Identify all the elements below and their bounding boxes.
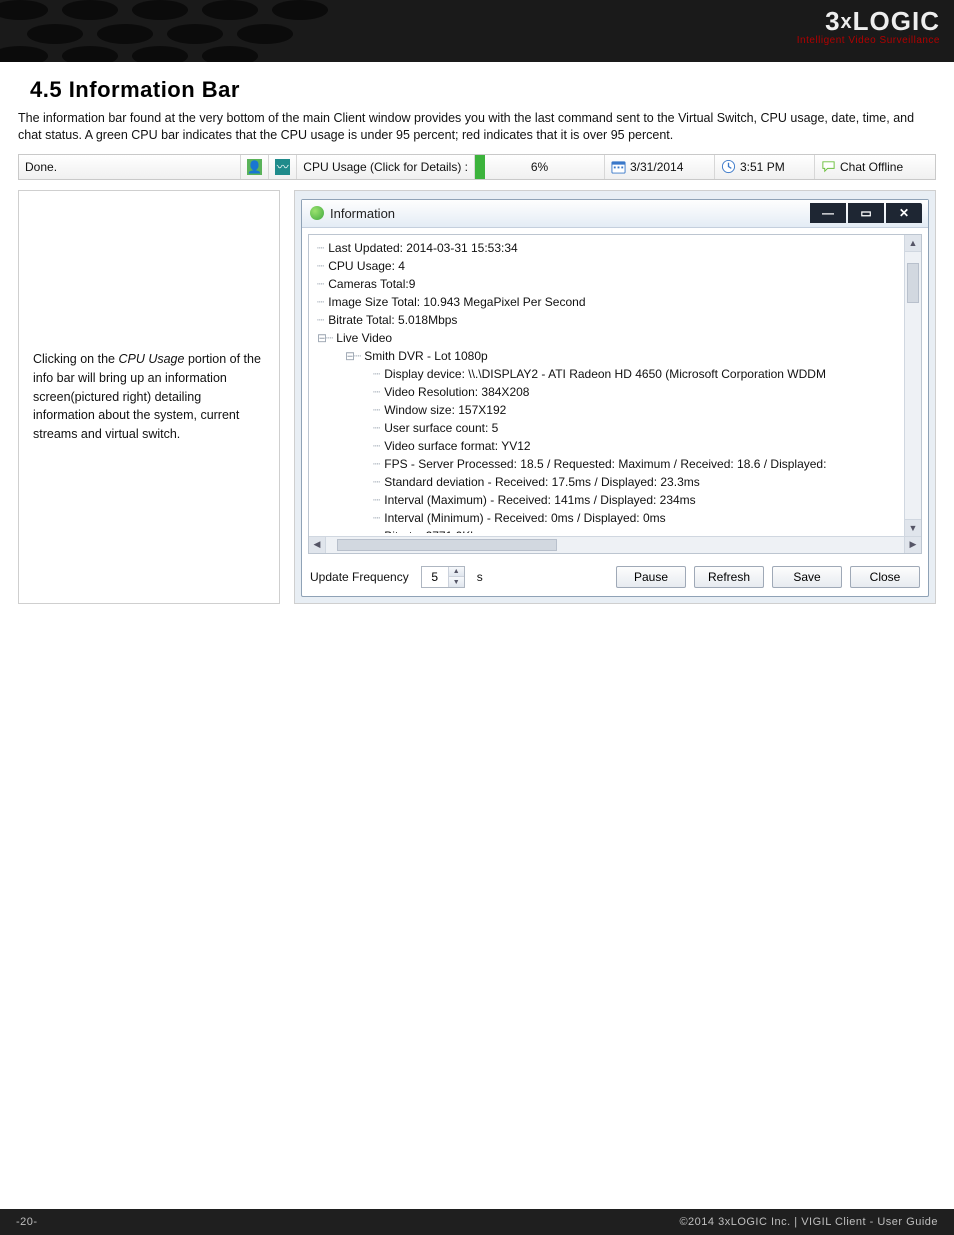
- close-window-button[interactable]: Close: [850, 566, 920, 588]
- window-button-row: Update Frequency ▲▼ s Pause Refresh Save…: [302, 560, 928, 596]
- tree-item[interactable]: User surface count: 5: [373, 419, 901, 437]
- cpu-usage-bar[interactable]: 6%: [475, 155, 605, 179]
- tree-item[interactable]: Bitrate Total: 5.018Mbps: [317, 311, 901, 329]
- scroll-right-icon[interactable]: ▶: [904, 537, 921, 553]
- info-tree[interactable]: Last Updated: 2014-03-31 15:53:34CPU Usa…: [308, 234, 922, 554]
- page-number: -20-: [16, 1216, 38, 1228]
- tree-item[interactable]: Window size: 157X192: [373, 401, 901, 419]
- decorative-dots: [0, 0, 420, 62]
- minimize-button[interactable]: —: [810, 203, 846, 223]
- header-band: 3xLOGIC Intelligent Video Surveillance: [0, 0, 954, 62]
- time-segment[interactable]: 3:51 PM: [715, 155, 815, 179]
- window-title: Information: [330, 206, 395, 221]
- spinner-down-icon[interactable]: ▼: [449, 577, 464, 587]
- brand-tagline: Intelligent Video Surveillance: [797, 35, 940, 46]
- user-icon[interactable]: 👤: [241, 155, 269, 179]
- tree-item[interactable]: Smith DVR - Lot 1080p: [345, 347, 901, 365]
- update-freq-spinner[interactable]: ▲▼: [421, 566, 465, 588]
- tree-item[interactable]: Video Resolution: 384X208: [373, 383, 901, 401]
- update-freq-unit: s: [477, 570, 483, 584]
- information-window: Information — ▭ ✕ Last Updated: 2014-03-…: [301, 199, 929, 597]
- section-heading: 4.5 Information Bar: [30, 78, 936, 102]
- pause-button[interactable]: Pause: [616, 566, 686, 588]
- vertical-scrollbar[interactable]: ▲ ▼: [904, 235, 921, 553]
- save-button[interactable]: Save: [772, 566, 842, 588]
- cpu-usage-label[interactable]: CPU Usage (Click for Details) :: [297, 155, 475, 179]
- cpu-usage-percent: 6%: [475, 155, 604, 179]
- refresh-button[interactable]: Refresh: [694, 566, 764, 588]
- brand-logo: 3xLOGIC Intelligent Video Surveillance: [797, 6, 940, 46]
- scroll-left-icon[interactable]: ◀: [309, 537, 326, 553]
- activity-icon[interactable]: 〰: [269, 155, 297, 179]
- tree-item[interactable]: Standard deviation - Received: 17.5ms / …: [373, 473, 901, 491]
- update-freq-input[interactable]: [422, 570, 448, 584]
- horizontal-scrollbar[interactable]: ◀ ▶: [309, 536, 921, 553]
- footer-copy: ©2014 3xLOGIC Inc. | VIGIL Client - User…: [679, 1216, 938, 1228]
- tree-item[interactable]: Cameras Total:9: [317, 275, 901, 293]
- update-freq-label: Update Frequency: [310, 570, 409, 584]
- spinner-up-icon[interactable]: ▲: [449, 567, 464, 578]
- tree-item[interactable]: Last Updated: 2014-03-31 15:53:34: [317, 239, 901, 257]
- tree-item[interactable]: Video surface format: YV12: [373, 437, 901, 455]
- tree-item[interactable]: Interval (Minimum) - Received: 0ms / Dis…: [373, 509, 901, 527]
- scroll-down-icon[interactable]: ▼: [905, 519, 921, 536]
- scroll-thumb[interactable]: [907, 263, 919, 303]
- status-text: Done.: [19, 155, 241, 179]
- tree-item[interactable]: Live Video: [317, 329, 901, 347]
- maximize-button[interactable]: ▭: [848, 203, 884, 223]
- hscroll-thumb[interactable]: [337, 539, 557, 551]
- section-paragraph: The information bar found at the very bo…: [18, 110, 936, 144]
- scroll-up-icon[interactable]: ▲: [905, 235, 921, 252]
- screenshot-cell: Information — ▭ ✕ Last Updated: 2014-03-…: [294, 190, 936, 604]
- info-icon: [310, 206, 324, 220]
- page-footer: -20- ©2014 3xLOGIC Inc. | VIGIL Client -…: [0, 1209, 954, 1235]
- tree-item[interactable]: Bitrate: 2771.0Kbps: [373, 527, 901, 533]
- close-button[interactable]: ✕: [886, 203, 922, 223]
- tree-item[interactable]: Image Size Total: 10.943 MegaPixel Per S…: [317, 293, 901, 311]
- date-segment[interactable]: 3/31/2014: [605, 155, 715, 179]
- information-bar: Done. 👤 〰 CPU Usage (Click for Details) …: [18, 154, 936, 180]
- tree-item[interactable]: CPU Usage: 4: [317, 257, 901, 275]
- tree-item[interactable]: Interval (Maximum) - Received: 141ms / D…: [373, 491, 901, 509]
- calendar-icon: [611, 159, 626, 174]
- caption-cell: Clicking on the CPU Usage portion of the…: [18, 190, 280, 604]
- chat-segment[interactable]: Chat Offline: [815, 155, 935, 179]
- chat-icon: [821, 159, 836, 174]
- tree-item[interactable]: Display device: \\.\DISPLAY2 - ATI Radeo…: [373, 365, 901, 383]
- clock-icon: [721, 159, 736, 174]
- tree-item[interactable]: FPS - Server Processed: 18.5 / Requested…: [373, 455, 901, 473]
- window-titlebar[interactable]: Information — ▭ ✕: [302, 200, 928, 228]
